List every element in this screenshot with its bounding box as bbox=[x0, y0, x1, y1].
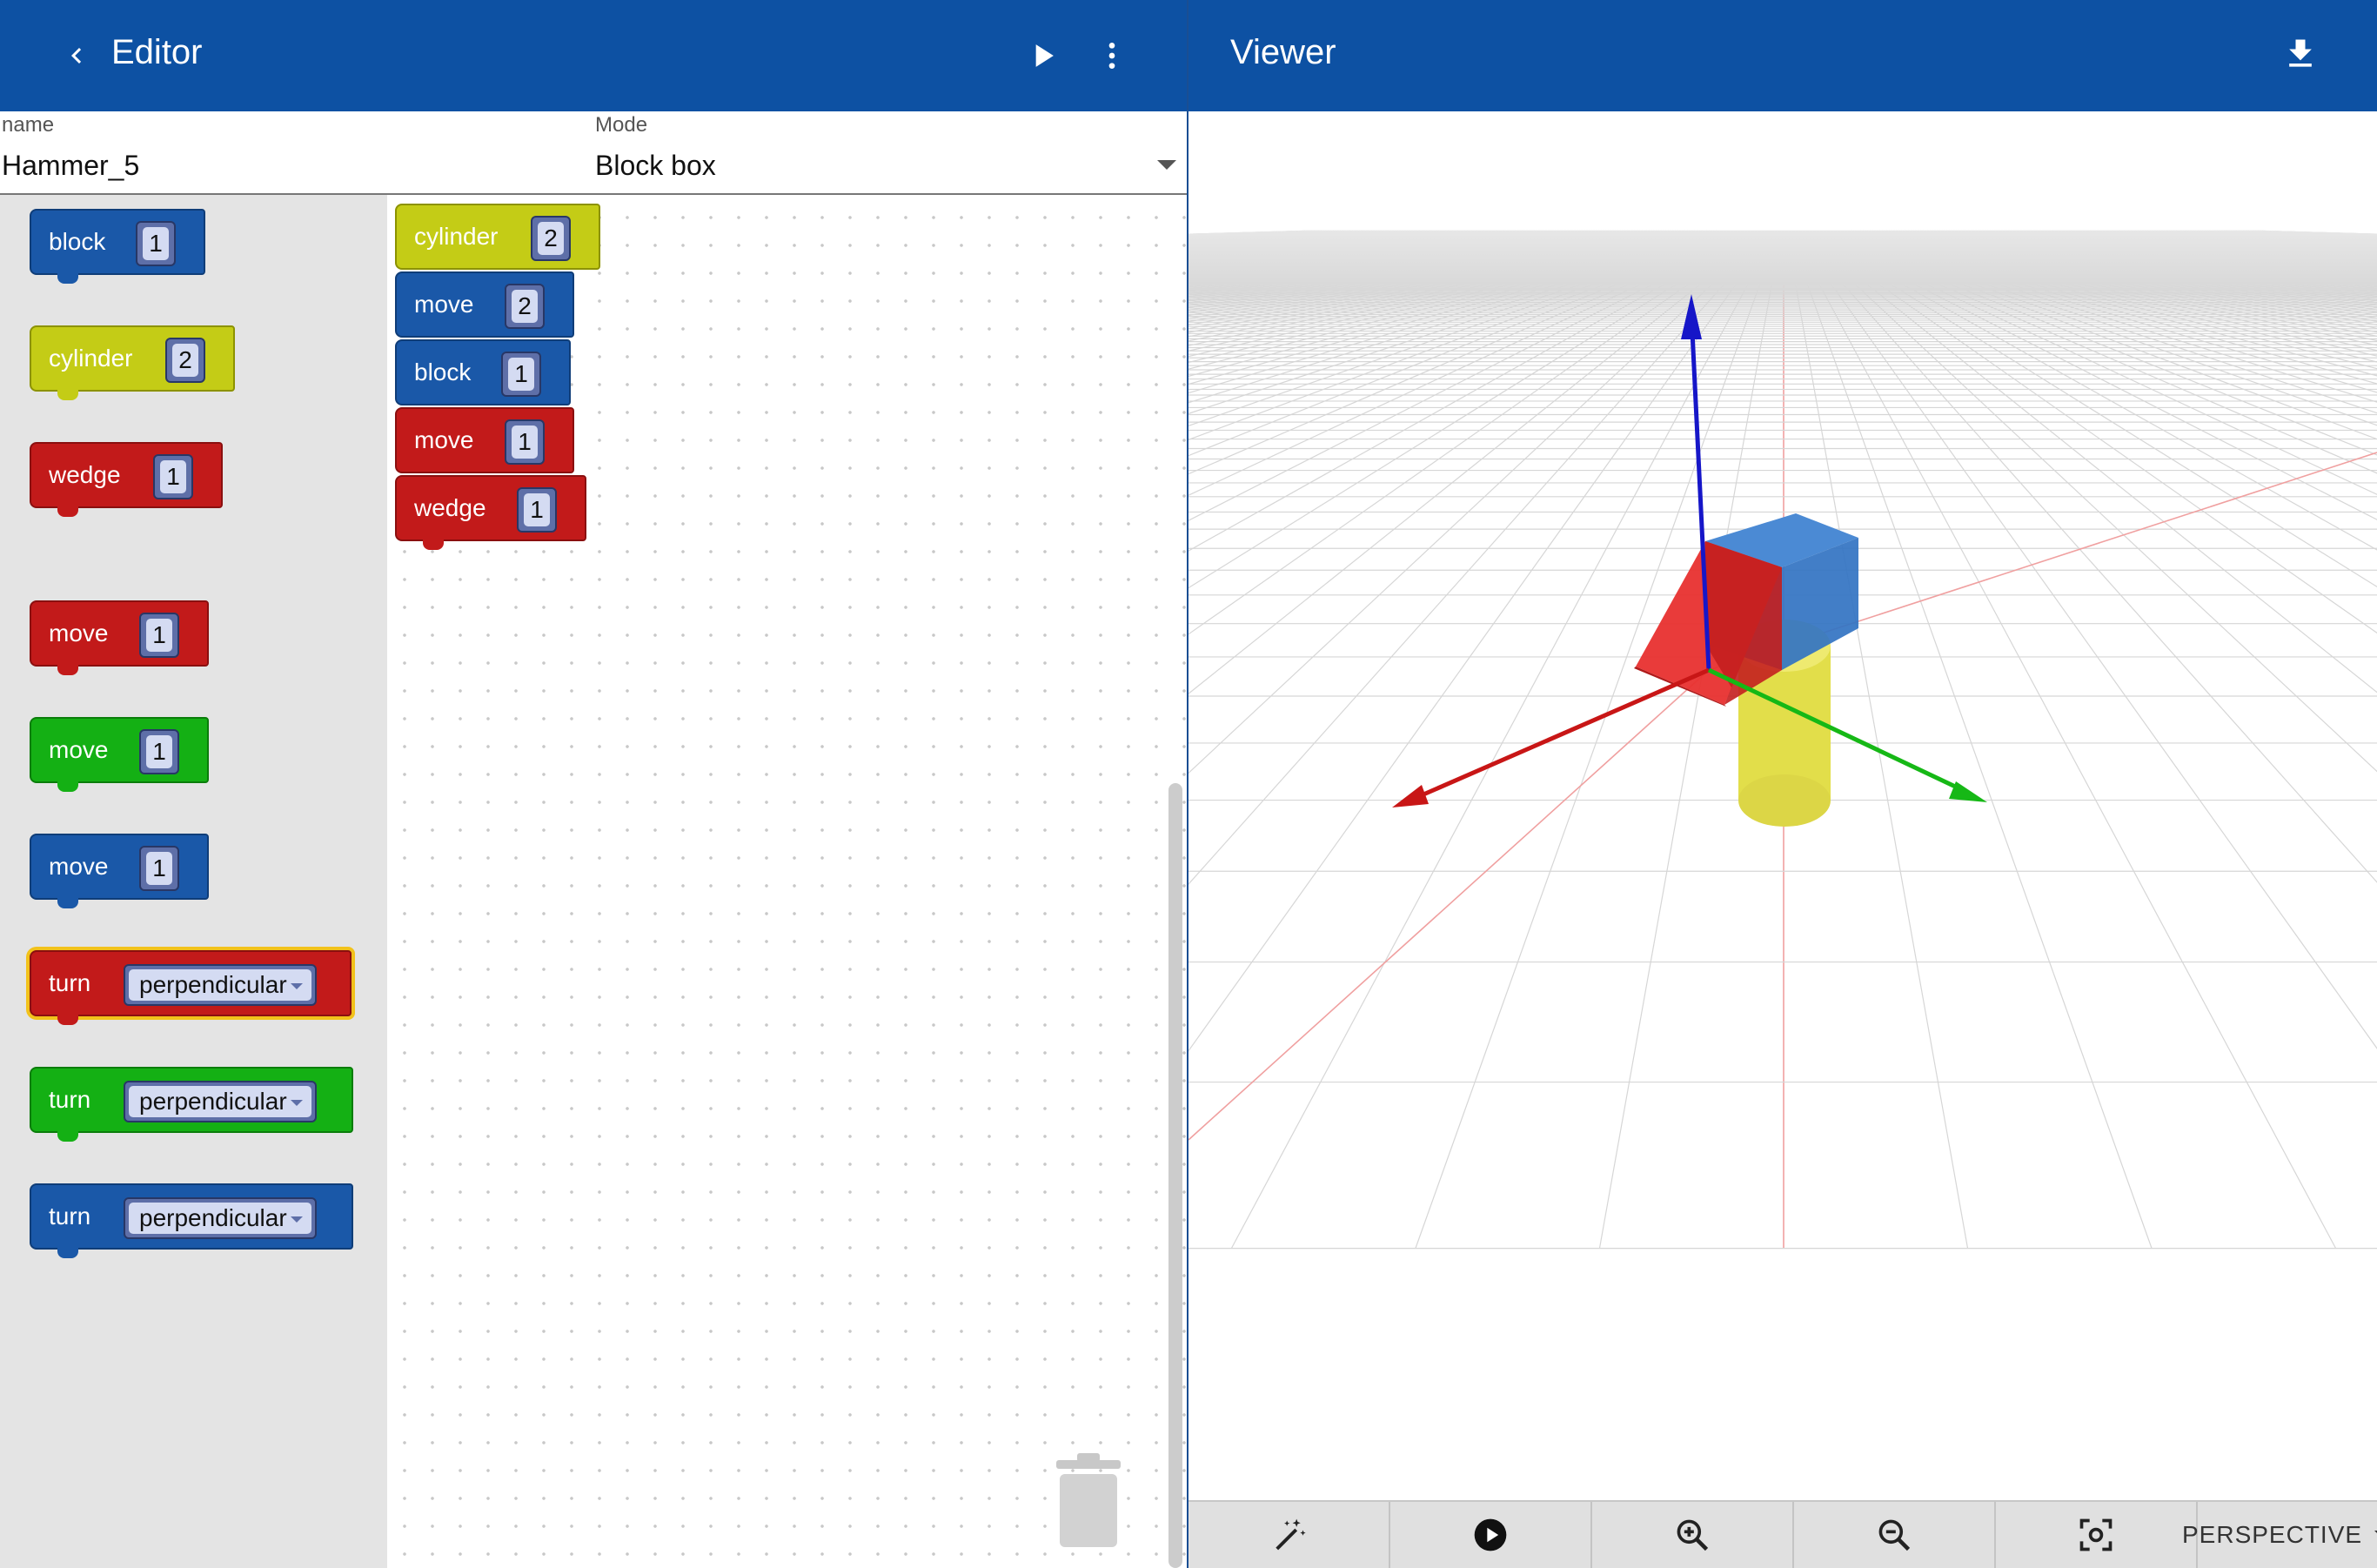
camera-mode-select[interactable]: PERSPECTIVE bbox=[2182, 1502, 2377, 1568]
move-number-field[interactable]: 1 bbox=[505, 419, 545, 465]
play-circle-icon bbox=[1474, 1518, 1507, 1551]
focus-icon bbox=[2079, 1518, 2113, 1551]
magic-wand-button[interactable] bbox=[1188, 1502, 1390, 1568]
editor-title: Editor bbox=[111, 33, 203, 71]
turn-label: turn bbox=[49, 1203, 91, 1230]
workspace-scrollbar[interactable] bbox=[1168, 783, 1182, 1568]
turn-direction-dropdown[interactable]: perpendicular bbox=[124, 1197, 317, 1239]
mode-label: Mode bbox=[595, 113, 648, 137]
block-connector bbox=[423, 538, 444, 550]
toolbox-block-turn-red[interactable]: turn perpendicular bbox=[30, 950, 352, 1025]
block-label: block bbox=[49, 228, 106, 255]
workspace-block-block[interactable]: block 1 bbox=[395, 339, 571, 405]
cylinder-label: cylinder bbox=[414, 223, 499, 250]
cylinder-number-field[interactable]: 2 bbox=[531, 216, 571, 261]
turn-label: turn bbox=[49, 1086, 91, 1113]
block-connector bbox=[57, 1246, 78, 1258]
play-icon[interactable] bbox=[1023, 37, 1061, 75]
more-vert-icon[interactable] bbox=[1095, 37, 1129, 75]
toolbox-block-turn-blue[interactable]: turn perpendicular bbox=[30, 1183, 353, 1258]
block-connector bbox=[57, 388, 78, 400]
toolbox-block-block[interactable]: block 1 bbox=[30, 209, 205, 284]
wedge-number-field[interactable]: 1 bbox=[153, 454, 193, 499]
toolbox-block-turn-green[interactable]: turn perpendicular bbox=[30, 1067, 353, 1142]
editor-app-bar: Editor bbox=[0, 0, 1187, 111]
toolbox-block-cylinder[interactable]: cylinder 2 bbox=[30, 325, 235, 400]
move-label: move bbox=[414, 426, 474, 453]
chevron-down-icon[interactable] bbox=[1157, 160, 1176, 171]
toolbox-block-move-green[interactable]: move 1 bbox=[30, 717, 209, 792]
toolbox-block-move-blue[interactable]: move 1 bbox=[30, 834, 209, 908]
turn-label: turn bbox=[49, 969, 91, 996]
wedge-label: wedge bbox=[414, 494, 486, 521]
focus-button[interactable] bbox=[1996, 1502, 2198, 1568]
block-label: block bbox=[414, 358, 472, 385]
chevron-left-icon[interactable] bbox=[61, 40, 92, 71]
move-number-field[interactable]: 1 bbox=[139, 729, 179, 774]
camera-mode-label: PERSPECTIVE bbox=[2182, 1521, 2363, 1548]
move-label: move bbox=[49, 736, 109, 763]
zoom-in-icon bbox=[1677, 1519, 1709, 1551]
block-connector bbox=[57, 505, 78, 517]
move-number-field[interactable]: 2 bbox=[505, 284, 545, 329]
viewer-app-bar: Viewer bbox=[1188, 0, 2377, 111]
viewer-toolbar: PERSPECTIVE bbox=[1188, 1500, 2377, 1568]
cylinder-number-field[interactable]: 2 bbox=[165, 338, 205, 383]
move-number-field[interactable]: 1 bbox=[139, 846, 179, 891]
workspace-block-cylinder[interactable]: cylinder 2 bbox=[395, 204, 600, 270]
viewer-title: Viewer bbox=[1230, 33, 1336, 71]
move-number-field[interactable]: 1 bbox=[139, 613, 179, 658]
block-connector bbox=[57, 780, 78, 792]
block-connector bbox=[57, 663, 78, 675]
play-animation-button[interactable] bbox=[1390, 1502, 1592, 1568]
wedge-number-field[interactable]: 1 bbox=[517, 487, 557, 533]
name-input[interactable]: Hammer_5 bbox=[2, 150, 139, 182]
mode-select[interactable]: Block box bbox=[595, 150, 716, 182]
name-label: name bbox=[2, 113, 55, 137]
zoom-out-button[interactable] bbox=[1794, 1502, 1996, 1568]
block-connector bbox=[57, 271, 78, 284]
move-label: move bbox=[49, 853, 109, 880]
block-connector bbox=[57, 1129, 78, 1142]
block-connector bbox=[57, 1013, 78, 1025]
wedge-label: wedge bbox=[49, 461, 121, 488]
workspace-block-move[interactable]: move 1 bbox=[395, 407, 574, 473]
cylinder-label: cylinder bbox=[49, 345, 133, 372]
zoom-in-button[interactable] bbox=[1592, 1502, 1794, 1568]
workspace-block-move[interactable]: move 2 bbox=[395, 271, 574, 338]
turn-direction-dropdown[interactable]: perpendicular bbox=[124, 964, 317, 1006]
block-number-field[interactable]: 1 bbox=[136, 221, 176, 266]
toolbox-block-move-red[interactable]: move 1 bbox=[30, 600, 209, 675]
trash-icon[interactable] bbox=[1051, 1453, 1126, 1551]
workspace-block-wedge[interactable]: wedge 1 bbox=[395, 475, 586, 550]
turn-direction-dropdown[interactable]: perpendicular bbox=[124, 1081, 317, 1122]
download-icon[interactable] bbox=[2281, 35, 2320, 73]
toolbox-block-wedge[interactable]: wedge 1 bbox=[30, 442, 223, 517]
block-connector bbox=[57, 896, 78, 908]
magic-wand-icon bbox=[1276, 1518, 1306, 1551]
move-label: move bbox=[49, 620, 109, 647]
zoom-out-icon bbox=[1878, 1519, 1911, 1551]
block-number-field[interactable]: 1 bbox=[501, 352, 541, 397]
3d-viewport[interactable] bbox=[1188, 111, 2377, 1500]
move-label: move bbox=[414, 291, 474, 318]
